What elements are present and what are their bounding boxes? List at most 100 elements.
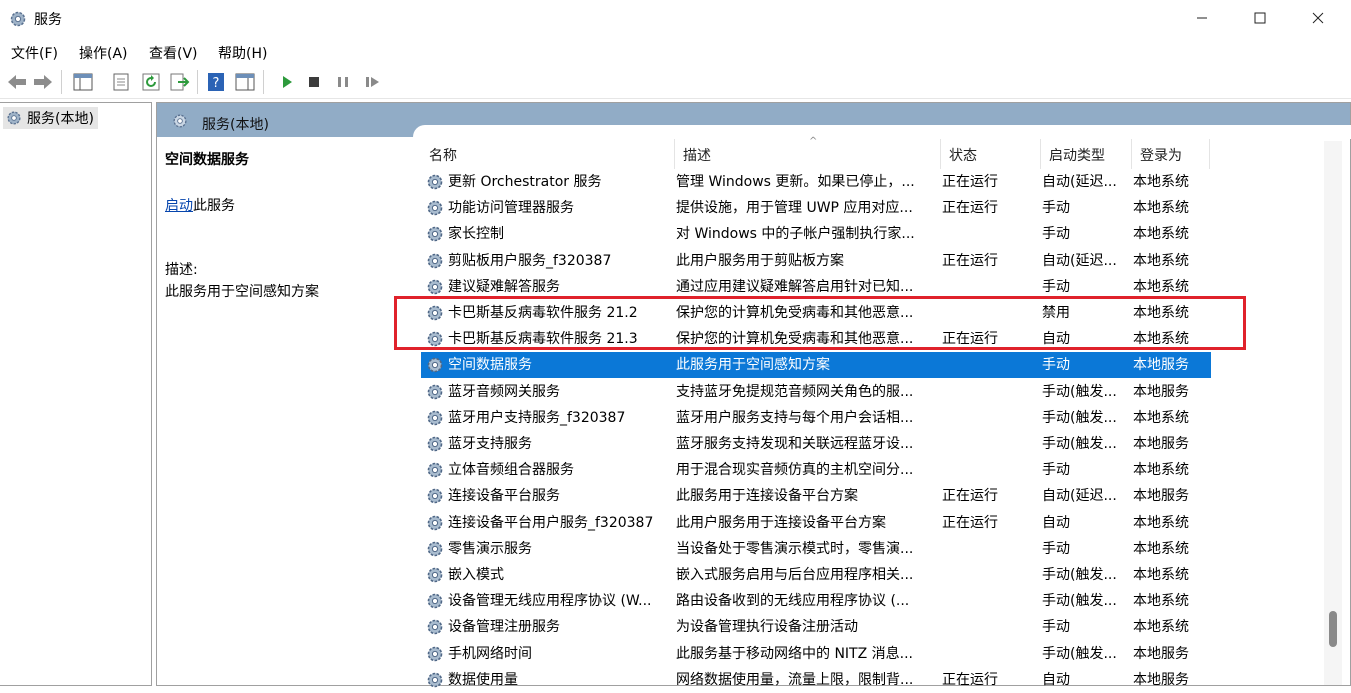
close-icon: [1312, 12, 1324, 24]
toolbar: ?: [0, 66, 1351, 99]
close-button[interactable]: [1289, 0, 1347, 38]
service-gear-icon: [427, 646, 443, 661]
service-status: 正在运行: [942, 671, 998, 688]
service-gear-icon: [427, 620, 443, 635]
menu-file[interactable]: 文件(F): [11, 43, 58, 63]
column-header-startup-type[interactable]: 启动类型: [1041, 139, 1132, 169]
service-logon-as: 本地系统: [1133, 305, 1189, 321]
vertical-scrollbar[interactable]: [1324, 141, 1342, 685]
service-startup-type: 手动: [1042, 226, 1070, 243]
table-row[interactable]: 连接设备平台用户服务_f320387 此用户服务用于连接设备平台方案 正在运行 自动 本…: [421, 510, 1211, 536]
service-name: 零售演示服务: [448, 540, 532, 557]
refresh-icon[interactable]: [140, 72, 162, 92]
menu-help[interactable]: 帮助(H): [218, 43, 267, 63]
service-gear-icon: [427, 331, 443, 347]
services-gear-icon: [173, 114, 187, 128]
title-bar: 服务: [0, 0, 1351, 38]
service-name-cell: 零售演示服务: [425, 536, 675, 562]
service-name: 数据使用量: [448, 671, 518, 688]
stop-service-icon[interactable]: [303, 72, 325, 92]
service-status: [942, 221, 1032, 247]
table-row[interactable]: 设备管理无线应用程序协议 (W... 路由设备收到的无线应用程序协议 (... 手动…: [421, 588, 1211, 614]
pause-service-icon[interactable]: [332, 72, 354, 92]
service-startup-type: 禁用: [1042, 305, 1070, 321]
start-service-link[interactable]: 启动: [165, 198, 193, 214]
table-row[interactable]: 手机网络时间 此服务基于移动网络中的 NITZ 消息... 手动(触发... 本地服务: [421, 641, 1211, 667]
service-name: 建议疑难解答服务: [448, 278, 560, 295]
service-status: [942, 274, 1032, 300]
service-name: 功能访问管理器服务: [448, 200, 574, 217]
service-description: 此用户服务用于剪贴板方案: [676, 252, 844, 269]
table-row[interactable]: 蓝牙支持服务 蓝牙服务支持发现和关联远程蓝牙设... 手动(触发... 本地服务: [421, 431, 1211, 457]
service-logon-as: 本地系统: [1133, 200, 1189, 217]
restart-service-icon[interactable]: [361, 72, 383, 92]
menu-view[interactable]: 查看(V): [149, 43, 198, 63]
table-row[interactable]: 数据使用量 网络数据使用量，流量上限，限制背... 正在运行 自动 本地服务: [421, 667, 1211, 693]
minimize-button[interactable]: [1173, 0, 1231, 38]
maximize-button[interactable]: [1231, 0, 1289, 38]
menu-action[interactable]: 操作(A): [79, 43, 128, 63]
service-name: 蓝牙音频网关服务: [448, 383, 560, 400]
back-arrow-icon[interactable]: [6, 72, 28, 92]
table-row[interactable]: 连接设备平台服务 此服务用于连接设备平台方案 正在运行 自动(延迟... 本地服务: [421, 483, 1211, 509]
service-description: 此服务用于空间感知方案: [676, 357, 830, 374]
service-status: [942, 457, 1032, 483]
forward-arrow-icon[interactable]: [32, 72, 54, 92]
table-row[interactable]: 立体音频组合器服务 用于混合现实音频仿真的主机空间分... 手动 本地系统: [421, 457, 1211, 483]
table-row[interactable]: 蓝牙用户支持服务_f320387 蓝牙用户服务支持与每个用户会话相... 手动(触发…: [421, 405, 1211, 431]
column-header-logon-as[interactable]: 登录为: [1132, 139, 1210, 169]
service-name-cell: 剪贴板用户服务_f320387: [425, 248, 675, 274]
service-startup-type: 自动(延迟...: [1042, 174, 1117, 190]
description-text: 此服务用于空间感知方案: [165, 284, 319, 300]
service-status: 正在运行: [942, 200, 998, 217]
service-logon-as: 本地系统: [1133, 540, 1189, 557]
service-logon-as: 本地系统: [1133, 514, 1189, 531]
service-startup-type: 自动(延迟...: [1042, 488, 1117, 505]
help-icon[interactable]: ?: [205, 72, 227, 92]
show-hide-action-pane-icon[interactable]: [234, 72, 256, 92]
service-name-cell: 连接设备平台服务: [425, 483, 675, 509]
service-startup-type: 手动: [1042, 200, 1070, 217]
column-header-name[interactable]: 名称: [421, 139, 675, 169]
table-row[interactable]: 卡巴斯基反病毒软件服务 21.3 保护您的计算机免受病毒和其他恶意... 正在运行 自…: [421, 326, 1211, 352]
service-status: [942, 614, 1032, 640]
column-header-description[interactable]: 描述: [675, 139, 941, 169]
service-logon-as: 本地系统: [1133, 174, 1189, 190]
service-description: 保护您的计算机免受病毒和其他恶意...: [676, 331, 914, 348]
service-status: 正在运行: [942, 331, 998, 348]
tree-item-services-local[interactable]: 服务(本地): [3, 107, 98, 129]
table-row[interactable]: 功能访问管理器服务 提供设施，用于管理 UWP 应用对应... 正在运行 手动 本地系统: [421, 195, 1211, 221]
column-header-status[interactable]: 状态: [941, 139, 1041, 169]
service-logon-as: 本地服务: [1133, 488, 1189, 505]
service-name: 手机网络时间: [448, 645, 532, 662]
services-gear-icon: [10, 11, 26, 27]
service-gear-icon: [427, 305, 443, 321]
table-row[interactable]: 更新 Orchestrator 服务 管理 Windows 更新。如果已停止，..…: [421, 169, 1211, 195]
export-list-icon[interactable]: [168, 72, 190, 92]
table-row[interactable]: 剪贴板用户服务_f320387 此用户服务用于剪贴板方案 正在运行 自动(延迟... 本…: [421, 248, 1211, 274]
svg-text:?: ?: [213, 76, 220, 91]
service-name-cell: 建议疑难解答服务: [425, 274, 675, 300]
table-row[interactable]: 建议疑难解答服务 通过应用建议疑难解答启用针对已知... 手动 本地系统: [421, 274, 1211, 300]
service-logon-as: 本地系统: [1133, 278, 1189, 295]
services-gear-icon: [7, 111, 21, 125]
service-gear-icon: [427, 253, 443, 268]
table-row[interactable]: 设备管理注册服务 为设备管理执行设备注册活动 手动 本地系统: [421, 614, 1211, 640]
service-status: [942, 379, 1032, 405]
start-service-icon[interactable]: [276, 72, 298, 92]
table-row[interactable]: 嵌入模式 嵌入式服务启用与后台应用程序相关... 手动(触发... 本地系统: [421, 562, 1211, 588]
table-row[interactable]: 空间数据服务 此服务用于空间感知方案 手动 本地服务: [421, 352, 1211, 379]
table-row[interactable]: 卡巴斯基反病毒软件服务 21.2 保护您的计算机免受病毒和其他恶意... 禁用 本地系…: [421, 300, 1211, 326]
properties-icon[interactable]: [110, 72, 132, 92]
table-row[interactable]: 家长控制 对 Windows 中的子帐户强制执行家... 手动 本地系统: [421, 221, 1211, 247]
service-name: 设备管理无线应用程序协议 (W...: [448, 593, 652, 610]
table-row[interactable]: 蓝牙音频网关服务 支持蓝牙免提规范音频网关角色的服... 手动(触发... 本地服务: [421, 379, 1211, 405]
service-logon-as: 本地系统: [1133, 226, 1189, 243]
service-status: [942, 562, 1032, 588]
scrollbar-thumb[interactable]: [1329, 611, 1337, 647]
service-description: 此服务用于连接设备平台方案: [676, 488, 858, 505]
console-tree-icon[interactable]: [72, 72, 94, 92]
service-gear-icon: [427, 462, 443, 478]
selected-service-title: 空间数据服务: [165, 152, 249, 168]
table-row[interactable]: 零售演示服务 当设备处于零售演示模式时，零售演... 手动 本地系统: [421, 536, 1211, 562]
